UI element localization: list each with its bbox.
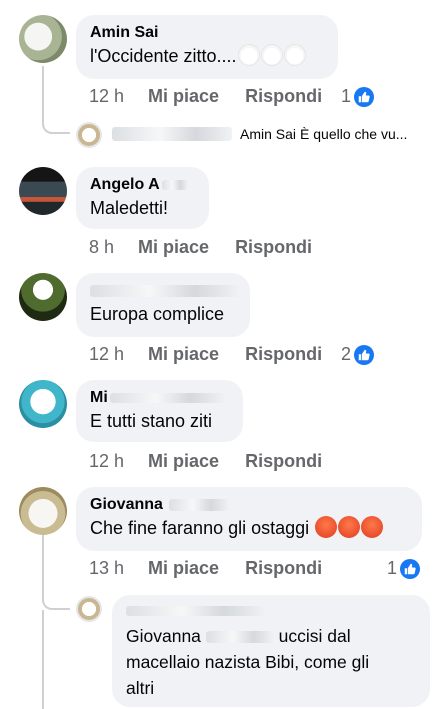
comment-author[interactable]	[90, 281, 240, 301]
reply-button[interactable]: Rispondi	[235, 237, 312, 258]
comment-text-content: Che fine faranno gli ostaggi	[90, 518, 310, 538]
comment-timestamp[interactable]: 8 h	[89, 237, 114, 258]
avatar[interactable]	[19, 15, 67, 63]
reply-author[interactable]	[126, 601, 418, 621]
like-button[interactable]: Mi piace	[148, 558, 219, 579]
redacted-name	[90, 284, 240, 297]
reply-preview[interactable]: Amin Sai È quello che vu...	[112, 126, 407, 142]
comment-bubble: Angelo A Maledetti!	[76, 167, 209, 229]
comment-actions: 8 h Mi piace Rispondi	[89, 237, 312, 258]
comment-author[interactable]: Angelo A	[90, 175, 197, 195]
comment-bubble: Amin Sai l'Occidente zitto....	[76, 15, 338, 79]
reply-mention[interactable]: Giovanna	[126, 626, 201, 646]
thread-line	[42, 66, 44, 116]
comment-author[interactable]: Amin Sai	[90, 23, 326, 43]
reply-text-line1: uccisi dal	[278, 626, 351, 646]
reply-button[interactable]: Rispondi	[245, 451, 322, 472]
reaction-count-value: 2	[341, 344, 352, 364]
thread-connector	[42, 592, 70, 610]
comment-actions: 13 h Mi piace Rispondi	[89, 558, 322, 579]
reply-button[interactable]: Rispondi	[245, 558, 322, 579]
redacted-name	[205, 631, 274, 644]
like-reaction-icon	[354, 86, 375, 107]
comment-timestamp[interactable]: 12 h	[89, 344, 124, 365]
comment-text: l'Occidente zitto....	[90, 43, 326, 69]
reaction-count[interactable]: 2	[341, 344, 375, 365]
comment-bubble: Giovanna Che fine faranno gli ostaggi	[76, 487, 422, 551]
comment-author[interactable]: Giovanna	[90, 495, 410, 515]
reaction-count[interactable]: 1	[341, 86, 375, 107]
comment-timestamp[interactable]: 12 h	[89, 451, 124, 472]
redacted-name	[112, 127, 232, 141]
redacted-name	[109, 392, 225, 403]
reply-text-line2: macellaio nazista Bibi, come gli	[126, 652, 370, 672]
reaction-count[interactable]: 1	[387, 558, 421, 579]
like-button[interactable]: Mi piace	[148, 86, 219, 107]
reply-preview-text: È quello che vu...	[300, 126, 408, 142]
like-reaction-icon	[354, 344, 375, 365]
reply-avatar[interactable]	[76, 122, 102, 148]
like-button[interactable]: Mi piace	[148, 344, 219, 365]
comment-author-name: Mi	[90, 389, 108, 406]
comment-text: Che fine faranno gli ostaggi	[90, 515, 410, 541]
avatar[interactable]	[19, 167, 67, 215]
avatar[interactable]	[19, 380, 67, 428]
reply-text-line: Giovanna uccisi dal	[126, 623, 418, 649]
comment-author-name: Giovanna	[90, 496, 163, 513]
reaction-count-value: 1	[387, 558, 398, 578]
thread-connector	[42, 110, 70, 134]
like-reaction-icon	[400, 558, 421, 579]
comment-timestamp[interactable]: 12 h	[89, 86, 124, 107]
reply-avatar[interactable]	[76, 596, 102, 622]
comment-text: Maledetti!	[90, 198, 169, 218]
thread-line	[42, 610, 44, 709]
comment-author-name: Angelo A	[90, 176, 160, 193]
comment-author[interactable]: Mi	[90, 388, 231, 408]
comment-timestamp[interactable]: 13 h	[89, 558, 124, 579]
like-button[interactable]: Mi piace	[148, 451, 219, 472]
avatar[interactable]	[19, 273, 67, 321]
reply-button[interactable]: Rispondi	[245, 344, 322, 365]
comment-text-content: l'Occidente zitto....	[90, 46, 237, 66]
comment-text: Europa complice	[90, 304, 225, 324]
reply-preview-mention: Amin Sai	[240, 126, 297, 142]
reply-text: Giovanna uccisi dal macellaio nazista Bi…	[126, 623, 418, 701]
comment-text: E tutti stano ziti	[90, 411, 213, 431]
angry-emoji-icon	[315, 516, 338, 538]
reaction-count-value: 1	[341, 86, 352, 106]
comment-actions: 12 h Mi piace Rispondi	[89, 344, 322, 365]
reply-button[interactable]: Rispondi	[245, 86, 322, 107]
avatar[interactable]	[19, 487, 67, 535]
reply-text-line3: altri	[126, 678, 155, 698]
clown-emoji-icon	[283, 44, 306, 66]
like-button[interactable]: Mi piace	[138, 237, 209, 258]
angry-emoji-icon	[338, 516, 361, 538]
angry-emoji-icon	[361, 516, 384, 538]
redacted-name	[161, 179, 188, 190]
redacted-name	[126, 605, 266, 616]
comment-bubble: Europa complice	[76, 273, 250, 337]
clown-emoji-icon	[237, 44, 260, 66]
comment-actions: 12 h Mi piace Rispondi	[89, 86, 322, 107]
reply-bubble: Giovanna uccisi dal macellaio nazista Bi…	[112, 595, 430, 707]
redacted-name	[168, 498, 229, 511]
clown-emoji-icon	[260, 44, 283, 66]
comment-bubble: Mi E tutti stano ziti	[76, 380, 243, 442]
comment-actions: 12 h Mi piace Rispondi	[89, 451, 322, 472]
